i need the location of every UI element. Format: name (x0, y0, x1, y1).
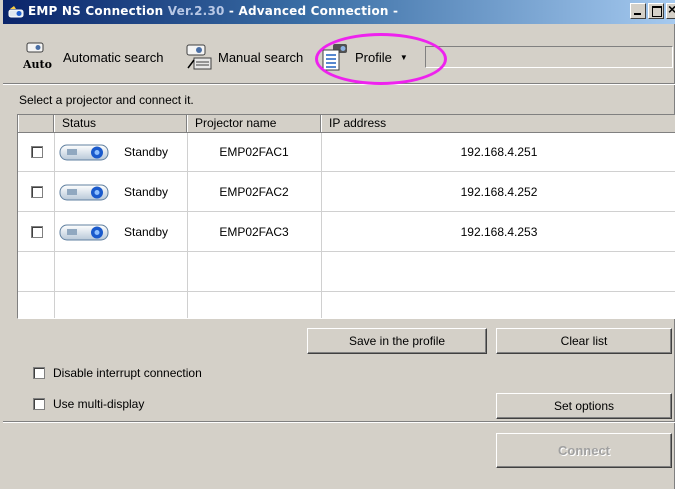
row-checkbox[interactable] (31, 226, 43, 238)
version-label: Ver.2.30 (167, 4, 225, 18)
title-bar[interactable]: EMP NS Connection Ver.2.30 - Advanced Co… (3, 0, 675, 24)
automatic-search-label: Automatic search (63, 49, 164, 65)
empty-row (18, 253, 675, 292)
select-column-header[interactable] (18, 115, 54, 133)
maximize-icon[interactable] (648, 3, 664, 19)
projector-name-column-header[interactable]: Projector name (187, 115, 321, 133)
close-icon[interactable] (666, 3, 675, 19)
multi-display-label: Use multi-display (53, 397, 145, 411)
projector-name: EMP02FAC3 (219, 225, 289, 239)
projector-icon (59, 224, 109, 241)
manual-search-button[interactable]: Manual search (184, 42, 303, 72)
automatic-search-icon: Auto (23, 42, 52, 71)
status-text: Standby (124, 225, 169, 239)
multi-display-checkbox[interactable] (33, 398, 45, 410)
svg-text:Auto: Auto (23, 58, 52, 71)
projector-icon (59, 144, 109, 161)
status-text: Standby (124, 185, 169, 199)
divider (3, 421, 675, 423)
disable-interrupt-label: Disable interrupt connection (53, 366, 202, 380)
status-column-header[interactable]: Status (54, 115, 187, 133)
manual-search-icon (186, 44, 212, 70)
save-profile-button[interactable]: Save in the profile (307, 328, 487, 354)
connect-button[interactable]: Connect (496, 433, 672, 468)
disable-interrupt-option[interactable]: Disable interrupt connection (33, 366, 202, 380)
projector-table[interactable]: Status Projector name IP address Standby… (17, 114, 675, 319)
projector-icon (59, 184, 109, 201)
window-title: EMP NS Connection Ver.2.30 - Advanced Co… (28, 4, 399, 18)
row-checkbox[interactable] (31, 186, 43, 198)
projector-name: EMP02FAC1 (219, 145, 289, 159)
empty-row (18, 293, 675, 318)
status-text: Standby (124, 145, 169, 159)
ip-address: 192.168.4.252 (460, 185, 538, 199)
profile-path-field[interactable] (425, 46, 673, 68)
disable-interrupt-checkbox[interactable] (33, 367, 45, 379)
ip-address: 192.168.4.251 (460, 145, 538, 159)
minimize-icon[interactable] (630, 3, 646, 19)
table-row[interactable]: Standby EMP02FAC3 192.168.4.253 (18, 213, 675, 252)
clear-list-button[interactable]: Clear list (496, 328, 672, 354)
instruction-text: Select a projector and connect it. (19, 93, 194, 107)
app-icon (8, 6, 24, 18)
multi-display-option[interactable]: Use multi-display (33, 397, 144, 411)
app-window: EMP NS Connection Ver.2.30 - Advanced Co… (0, 0, 675, 489)
table-row[interactable]: Standby EMP02FAC1 192.168.4.251 (18, 133, 675, 172)
automatic-search-button[interactable]: Auto Automatic search (23, 42, 163, 72)
ip-address: 192.168.4.253 (460, 225, 538, 239)
table-row[interactable]: Standby EMP02FAC2 192.168.4.252 (18, 173, 675, 212)
row-checkbox[interactable] (31, 146, 43, 158)
manual-search-label: Manual search (218, 49, 304, 65)
set-options-button[interactable]: Set options (496, 393, 672, 419)
projector-name: EMP02FAC2 (219, 185, 289, 199)
ip-address-column-header[interactable]: IP address (321, 115, 675, 133)
highlight-ring (315, 33, 447, 85)
